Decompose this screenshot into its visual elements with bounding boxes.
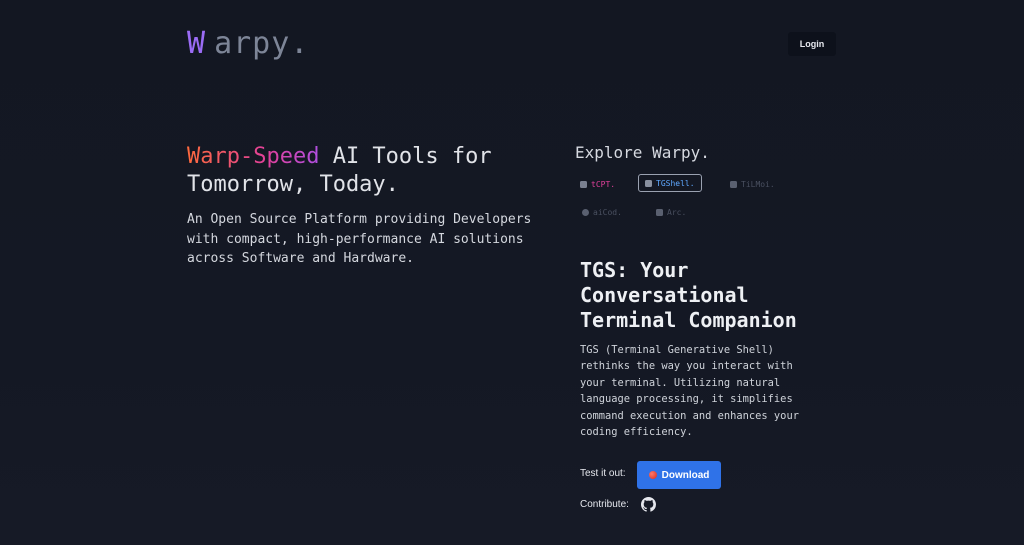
github-icon[interactable] [641,497,656,512]
tab-label: aiCod. [593,207,622,217]
tab-arc[interactable]: Arc. [650,203,692,221]
logo-initial: W [187,26,207,61]
logo[interactable]: Warpy. [187,26,309,61]
page: Warpy. Login Warp-Speed AI Tools for Tom… [0,0,1024,545]
download-icon [648,471,657,479]
terminal-icon [645,179,652,187]
document-icon [656,208,663,216]
chip-icon [730,180,737,188]
tab-label: TiLMoi. [741,179,775,189]
download-label: Download [661,469,710,481]
tab-tilmoi[interactable]: TiLMoi. [724,175,781,193]
login-button[interactable]: Login [788,32,836,56]
tab-aicod[interactable]: aiCod. [576,203,628,221]
terminal-icon [580,180,587,188]
tab-label: tCPT. [591,179,616,189]
download-button[interactable]: Download [637,461,721,489]
tab-tgshell[interactable]: TGShell. [638,174,702,192]
tab-tcpt[interactable]: tCPT. [574,175,621,193]
explore-title: Explore Warpy. [575,143,710,162]
gear-icon [582,208,589,216]
test-label: Test it out: [580,468,626,479]
product-title: TGS: Your Conversational Terminal Compan… [580,258,797,332]
product-description: TGS (Terminal Generative Shell) rethinks… [580,344,799,439]
tab-label: Arc. [667,207,687,217]
hero-title: Warp-Speed AI Tools for Tomorrow, Today. [187,143,547,199]
contribute-label: Contribute: [580,499,629,510]
hero-title-accent: Warp-Speed [187,144,320,169]
hero-description: An Open Source Platform providing Develo… [187,212,532,266]
logo-text: arpy. [214,26,310,61]
tab-label: TGShell. [656,178,695,188]
